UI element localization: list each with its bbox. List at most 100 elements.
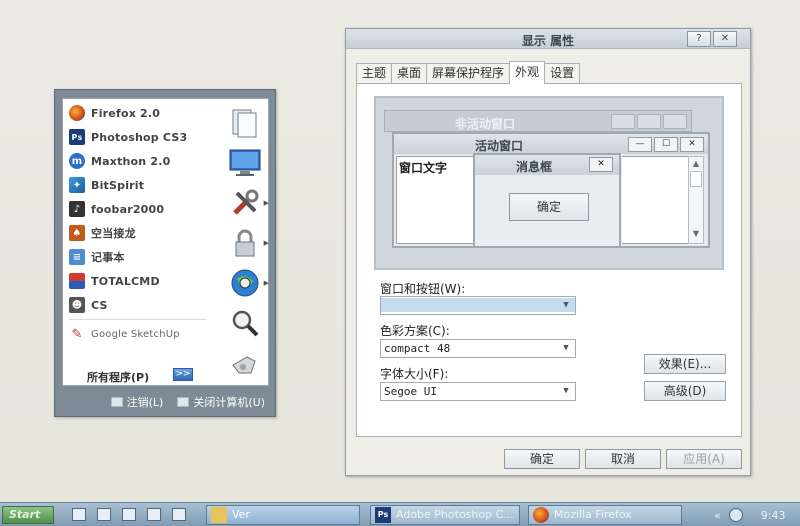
chevron-down-icon: ▼ [563, 386, 569, 396]
preview-window-content [622, 156, 688, 244]
preview-inactive-window: 非活动窗口 [384, 110, 692, 132]
effects-button[interactable]: 效果(E)... [644, 354, 726, 374]
program-item-notepad[interactable]: ≡ 记事本 [63, 245, 213, 269]
shutdown-icon [177, 397, 190, 407]
preview-active-titlebar: 活动窗口 — ☐ ✕ [394, 134, 708, 154]
program-item-totalcmd[interactable]: TOTALCMD [63, 269, 213, 293]
close-icon [663, 114, 687, 129]
start-menu-footer: 注销(L) 关闭计算机(U) [55, 388, 275, 416]
start-menu-panel: Firefox 2.0 Ps Photoshop CS3 m Maxthon 2.0… [62, 98, 269, 386]
start-button[interactable]: Start [2, 506, 54, 524]
ok-button[interactable]: 确定 [504, 449, 580, 469]
photoshop-icon: Ps [375, 507, 391, 523]
cs-icon: ☻ [69, 297, 85, 313]
maximize-icon: ☐ [654, 137, 678, 152]
start-menu: Firefox 2.0 Ps Photoshop CS3 m Maxthon 2.0… [54, 89, 276, 417]
volume-icon[interactable] [728, 508, 743, 522]
tab-desktop[interactable]: 桌面 [391, 63, 428, 83]
program-item-photoshop[interactable]: Ps Photoshop CS3 [63, 125, 213, 149]
maxthon-icon: m [69, 153, 85, 169]
submenu-arrow-icon: ▶ [263, 199, 269, 207]
shutdown-button[interactable]: 关闭计算机(U) [177, 394, 265, 410]
color-scheme-label: 色彩方案(C): [380, 324, 450, 338]
windows-buttons-label: 窗口和按钮(W): [380, 282, 466, 296]
apply-button[interactable]: 应用(A) [666, 449, 742, 469]
search-magnifier-icon[interactable] [223, 303, 267, 343]
tab-settings[interactable]: 设置 [544, 63, 581, 83]
notepad-icon: ≡ [69, 249, 85, 265]
program-item-freecell[interactable]: ♠ 空当接龙 [63, 221, 213, 245]
tools-icon[interactable]: ▶ [223, 183, 269, 223]
appearance-preview: 非活动窗口 活动窗口 — ☐ ✕ 窗口文字 ▲ ▼ 消息框 ✕ 确定 [374, 96, 724, 270]
totalcmd-icon [69, 273, 85, 289]
quicklaunch-ie-icon[interactable] [147, 508, 161, 521]
font-size-select[interactable]: Segoe UI ▼ [380, 382, 576, 401]
appearance-panel: 非活动窗口 活动窗口 — ☐ ✕ 窗口文字 ▲ ▼ 消息框 ✕ 确定 窗口和按钮… [356, 83, 742, 437]
program-item-maxthon[interactable]: m Maxthon 2.0 [63, 149, 213, 173]
documents-icon[interactable] [223, 103, 267, 143]
folder-icon [211, 507, 227, 523]
program-item-foobar[interactable]: ♪ foobar2000 [63, 197, 213, 221]
preview-message-titlebar: 消息框 ✕ [475, 155, 619, 175]
task-ver[interactable]: Ver [206, 505, 360, 525]
whistle-icon[interactable] [223, 343, 267, 383]
cancel-button[interactable]: 取消 [585, 449, 661, 469]
program-item-sketchup[interactable]: ✎ Google SketchUp [63, 322, 213, 346]
quicklaunch-media-icon[interactable] [172, 508, 186, 521]
preview-active-buttons: — ☐ ✕ [628, 137, 704, 152]
lock-icon[interactable]: ▶ [223, 223, 269, 263]
color-scheme-select[interactable]: compact 48 ▼ [380, 339, 576, 358]
preview-ok-button: 确定 [509, 193, 589, 221]
quicklaunch-folder-icon[interactable] [97, 508, 111, 521]
monitor-icon[interactable] [223, 143, 267, 183]
task-photoshop[interactable]: Ps Adobe Photoshop C... [370, 505, 520, 525]
program-list: Firefox 2.0 Ps Photoshop CS3 m Maxthon 2.0… [63, 101, 213, 346]
tab-strip: 主题 桌面 屏幕保护程序 外观 设置 [356, 61, 581, 84]
scroll-up-icon: ▲ [692, 159, 700, 168]
close-button[interactable]: ✕ [713, 31, 737, 47]
windows-buttons-select[interactable]: ▼ [380, 296, 576, 315]
minimize-icon: — [628, 137, 652, 152]
maximize-icon [637, 114, 661, 129]
firefox-icon [533, 507, 549, 523]
display-properties-dialog: 显示 属性 ? ✕ 主题 桌面 屏幕保护程序 外观 设置 非活动窗口 活动窗口 … [345, 28, 751, 476]
start-menu-right-column: ▶ ▶ ▶ [223, 103, 269, 383]
close-icon: ✕ [680, 137, 704, 152]
minimize-icon [611, 114, 635, 129]
program-item-firefox[interactable]: Firefox 2.0 [63, 101, 213, 125]
system-tray: « 9:43 [704, 503, 800, 526]
network-globe-icon[interactable]: ▶ [223, 263, 269, 303]
tab-appearance[interactable]: 外观 [509, 61, 546, 84]
quicklaunch-desktop-icon[interactable] [72, 508, 86, 521]
tab-theme[interactable]: 主题 [356, 63, 393, 83]
photoshop-icon: Ps [69, 129, 85, 145]
logoff-button[interactable]: 注销(L) [110, 394, 163, 410]
task-firefox[interactable]: Mozilla Firefox [528, 505, 682, 525]
submenu-arrow-icon: ▶ [263, 239, 269, 247]
close-icon: ✕ [589, 157, 613, 172]
preview-scrollbar: ▲ ▼ [688, 156, 704, 244]
advanced-button[interactable]: 高级(D) [644, 381, 726, 401]
clock[interactable]: 9:43 [761, 509, 786, 522]
taskbar: Start Ver Ps Adobe Photoshop C... Mozill… [0, 502, 800, 526]
font-size-label: 字体大小(F): [380, 367, 449, 381]
help-button[interactable]: ? [687, 31, 711, 47]
preview-window-text: 窗口文字 [396, 156, 474, 244]
sketchup-icon: ✎ [71, 326, 83, 342]
firefox-icon [69, 105, 85, 121]
chevron-down-icon: ▼ [563, 343, 569, 353]
bitspirit-icon: ✦ [69, 177, 85, 193]
all-programs-label[interactable]: 所有程序(P) [87, 369, 149, 385]
preview-inactive-title: 非活动窗口 [454, 117, 515, 131]
dialog-titlebar[interactable]: 显示 属性 ? ✕ [346, 29, 750, 49]
menu-separator [69, 319, 207, 320]
program-item-cs[interactable]: ☻ CS [63, 293, 213, 317]
all-programs-arrow-icon[interactable]: >> [173, 368, 193, 381]
scroll-down-icon: ▼ [692, 229, 700, 238]
tab-screensaver[interactable]: 屏幕保护程序 [426, 63, 511, 83]
submenu-arrow-icon: ▶ [263, 279, 269, 287]
quicklaunch-window-icon[interactable] [122, 508, 136, 521]
foobar-icon: ♪ [69, 201, 85, 217]
program-item-bitspirit[interactable]: ✦ BitSpirit [63, 173, 213, 197]
tray-expand-icon[interactable]: « [714, 509, 721, 522]
